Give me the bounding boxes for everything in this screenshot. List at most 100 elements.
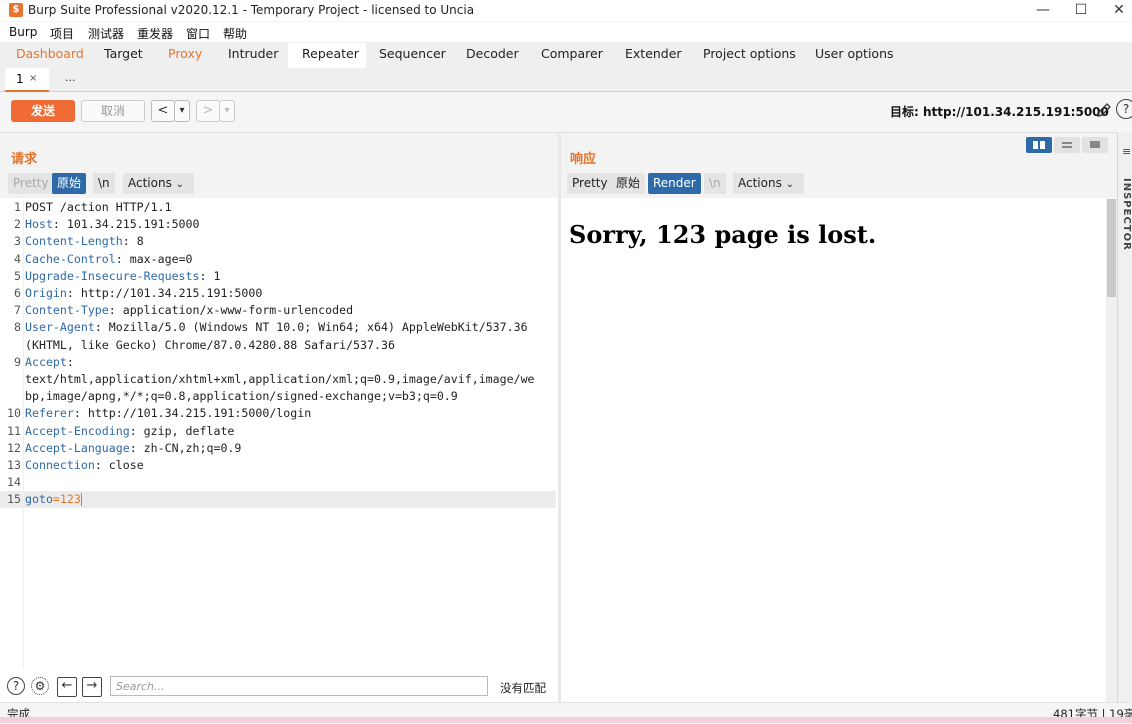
tab-decoder[interactable]: Decoder [466,46,519,61]
request-line[interactable]: 3 Content-Length: 8 [0,233,556,250]
layout-icon-glyph [1033,141,1038,149]
request-line[interactable]: 2 Host: 101.34.215.191:5000 [0,216,556,233]
settings-gear-icon[interactable]: ⚙ [31,677,49,695]
response-actions-menu[interactable]: Actions ⌄ [733,173,804,194]
tab-intruder[interactable]: Intruder [228,46,278,61]
close-window-button[interactable]: ✕ [1100,0,1132,21]
header-key: Cache-Control [25,251,116,266]
chevron-down-icon: ⌄ [175,179,185,190]
response-raw-button[interactable]: 原始 [611,173,646,194]
request-pretty-button[interactable]: Pretty [8,173,54,194]
back-history-dropdown[interactable]: ▾ [174,100,190,122]
edit-target-icon[interactable] [1095,101,1113,119]
request-line[interactable]: text/html,application/xhtml+xml,applicat… [0,371,556,388]
search-previous-button[interactable]: ← [57,677,77,697]
request-newline-toggle[interactable]: \n [93,173,115,194]
request-line[interactable]: 1 POST /action HTTP/1.1 [0,199,556,216]
forward-button[interactable]: > [196,100,220,122]
response-newline-toggle[interactable]: \n [704,173,726,194]
menu-project[interactable]: 项目 [50,25,74,42]
help-icon[interactable]: ? [1116,99,1132,119]
header-key: Connection [25,458,95,472]
help-icon[interactable]: ? [7,677,25,695]
subtab-close-icon[interactable]: × [29,73,37,84]
response-pretty-button[interactable]: Pretty [567,173,613,194]
request-line[interactable]: 10 Referer: http://101.34.215.191:5000/lo… [0,405,556,422]
menu-repeater[interactable]: 重发器 [137,25,173,42]
line-code: Cache-Control: max-age=0 [25,251,193,268]
line-code: (KHTML, like Gecko) Chrome/87.0.4280.88 … [25,337,395,354]
forward-history-dropdown[interactable]: ▾ [219,100,235,122]
subtab-add-more[interactable]: ... [65,71,76,84]
menu-burp[interactable]: Burp [9,25,37,39]
request-line[interactable]: 13 Connection: close [0,457,556,474]
line-code: POST /action HTTP/1.1 [25,199,172,216]
header-value: : max-age=0 [115,251,193,266]
request-line[interactable]: 5 Upgrade-Insecure-Requests: 1 [0,268,556,285]
inspector-filter-icon[interactable]: ≡ [1122,145,1131,158]
header-value: : zh-CN,zh;q=0.9 [129,440,242,455]
cancel-button[interactable]: 取消 [81,100,145,122]
request-line[interactable]: (KHTML, like Gecko) Chrome/87.0.4280.88 … [0,337,556,354]
line-number: 10 [7,406,21,421]
menu-help[interactable]: 帮助 [223,25,247,42]
request-raw-button[interactable]: 原始 [52,173,87,194]
header-value: : Mozilla/5.0 (Windows NT 10.0; Win64; x… [94,320,528,335]
request-line[interactable]: 4 Cache-Control: max-age=0 [0,251,556,268]
request-line[interactable]: 8 User-Agent: Mozilla/5.0 (Windows NT 10.… [0,319,556,336]
header-key: Referer [25,406,74,421]
request-line[interactable]: 12 Accept-Language: zh-CN,zh;q=0.9 [0,440,556,457]
burp-app-icon: $ [9,3,23,17]
header-value: : [66,354,74,369]
editor-gutter-divider [23,199,24,669]
subtab-1[interactable] [5,68,49,92]
line-number: 9 [14,354,21,369]
response-scrollbar-thumb[interactable] [1107,199,1116,297]
request-line[interactable]: 9 Accept: [0,354,556,371]
response-render-button[interactable]: Render [648,173,701,194]
tab-extender[interactable]: Extender [625,46,682,61]
request-line[interactable]: 6 Origin: http://101.34.215.191:5000 [0,285,556,302]
header-key: Accept-Encoding [25,423,130,438]
tab-target[interactable]: Target [104,46,143,61]
request-title: 请求 [11,152,38,167]
header-key: User-Agent [25,320,95,335]
tab-user-options[interactable]: User options [815,46,894,61]
request-line[interactable]: bp,image/apng,*/*;q=0.8,application/sign… [0,388,556,405]
tab-proxy[interactable]: Proxy [168,46,202,61]
request-line[interactable]: 7 Content-Type: application/x-www-form-ur… [0,302,556,319]
request-line[interactable]: 14 [0,474,556,491]
subtab-1-label: 1 [16,72,24,86]
header-key: Content-Length [25,234,123,249]
header-value: : http://101.34.215.191:5000/login [73,406,312,421]
request-line[interactable]: 11 Accept-Encoding: gzip, deflate [0,423,556,440]
tab-comparer[interactable]: Comparer [541,46,603,61]
maximize-button[interactable]: ☐ [1062,0,1100,21]
back-button[interactable]: < [151,100,175,122]
tab-project-options[interactable]: Project options [703,46,796,61]
tab-repeater[interactable]: Repeater [302,46,359,61]
menu-tester[interactable]: 测试器 [88,25,124,42]
layout-icon-glyph [1062,142,1072,144]
layout-side-by-side-icon[interactable] [1026,137,1052,153]
layout-vertical-icon[interactable] [1054,137,1080,153]
line-number: 2 [14,217,21,232]
inspector-label[interactable]: INSPECTOR [1120,178,1132,251]
send-button[interactable]: 发送 [11,100,75,122]
menu-window[interactable]: 窗口 [186,25,210,42]
line-number: 4 [14,251,21,266]
header-value: : close [94,458,144,472]
request-line[interactable]: 15 goto=123 [0,491,556,509]
search-input[interactable] [110,676,488,696]
layout-icon-glyph [1090,141,1100,148]
header-value: text/html,application/xhtml+xml,applicat… [25,372,535,386]
line-number: 11 [7,423,21,438]
minimize-button[interactable]: — [1024,0,1062,21]
tab-sequencer[interactable]: Sequencer [379,46,446,61]
search-next-button[interactable]: → [82,677,102,697]
header-value: : gzip, deflate [129,423,235,438]
chevron-down-icon: ⌄ [785,179,795,190]
request-actions-menu[interactable]: Actions ⌄ [123,173,194,194]
line-code: Host: 101.34.215.191:5000 [25,216,200,233]
tab-dashboard[interactable]: Dashboard [16,46,84,61]
